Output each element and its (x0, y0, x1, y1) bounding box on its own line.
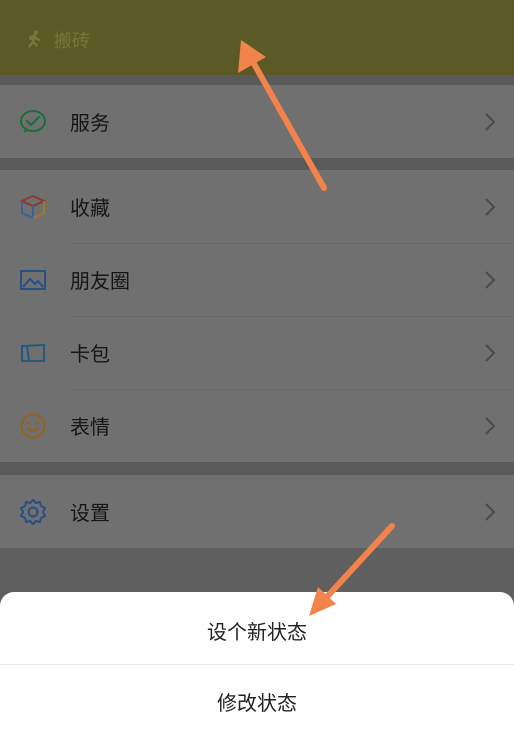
modify-status-button[interactable]: 修改状态 (0, 666, 514, 736)
chevron-right-icon (485, 112, 496, 131)
menu-item-settings[interactable]: 设置 (0, 475, 514, 548)
service-icon (18, 107, 48, 137)
divider (0, 664, 514, 665)
menu-item-favorites[interactable]: 收藏 (0, 170, 514, 243)
section-gap (0, 462, 514, 475)
action-sheet: 设个新状态 修改状态 (0, 592, 514, 736)
set-new-status-button[interactable]: 设个新状态 (0, 595, 514, 665)
image-icon (18, 265, 48, 295)
chevron-right-icon (485, 416, 496, 435)
chevron-right-icon (485, 270, 496, 289)
card-icon (18, 338, 48, 368)
menu-item-service[interactable]: 服务 (0, 85, 514, 158)
menu-item-label: 卡包 (70, 342, 110, 366)
chevron-right-icon (485, 343, 496, 362)
gear-icon (18, 497, 48, 527)
menu-item-cards[interactable]: 卡包 (0, 316, 514, 389)
menu-item-moments[interactable]: 朋友圈 (0, 243, 514, 316)
menu-group-service: 服务 (0, 85, 514, 158)
menu-item-label: 服务 (70, 111, 110, 135)
section-gap (0, 75, 514, 85)
chevron-right-icon (485, 197, 496, 216)
menu-item-label: 收藏 (70, 196, 110, 220)
menu-item-label: 设置 (70, 501, 110, 525)
menu-group-settings: 设置 (0, 475, 514, 548)
chevron-right-icon (485, 502, 496, 521)
menu-item-label: 朋友圈 (70, 269, 130, 293)
running-person-icon (28, 30, 41, 48)
cube-icon (18, 192, 48, 222)
current-status-bar[interactable]: 搬砖 (0, 0, 514, 75)
menu-item-label: 表情 (70, 415, 110, 439)
section-gap (0, 158, 514, 170)
current-status[interactable]: 搬砖 (22, 27, 90, 53)
status-label: 搬砖 (54, 31, 90, 52)
menu-group-main: 收藏 朋友圈 卡包 表情 (0, 170, 514, 462)
menu-item-stickers[interactable]: 表情 (0, 389, 514, 462)
smile-icon (18, 411, 48, 441)
